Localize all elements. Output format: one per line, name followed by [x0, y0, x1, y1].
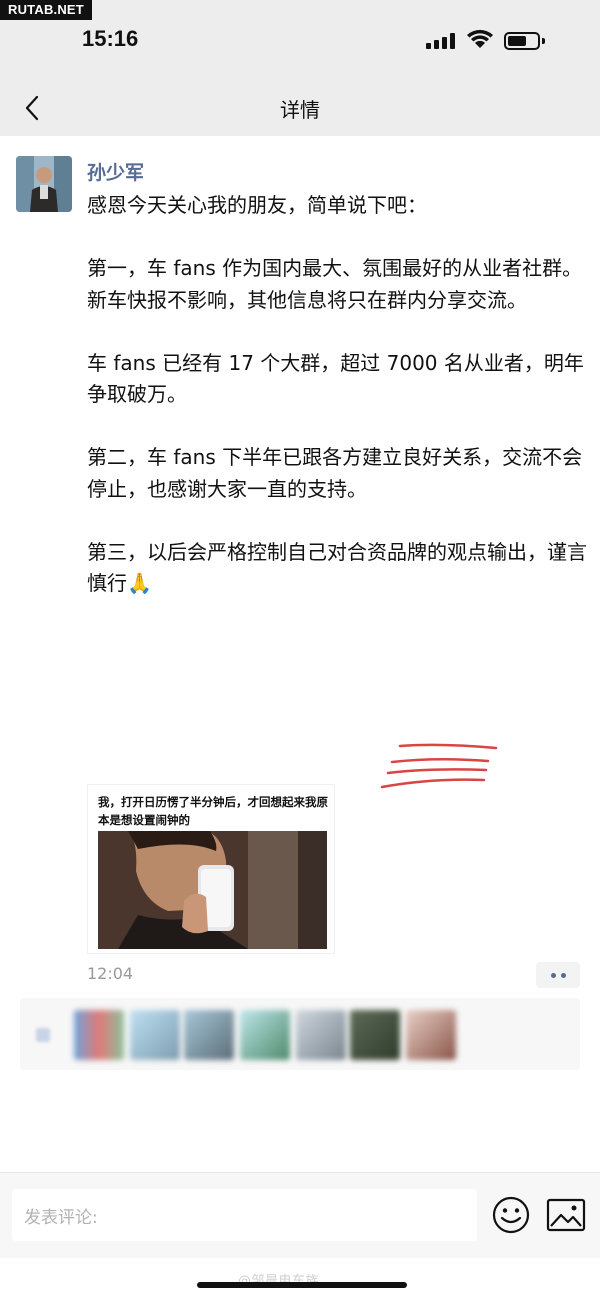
emoji-icon[interactable] — [491, 1195, 531, 1235]
liker-avatar[interactable] — [350, 1010, 400, 1060]
post-text: 感恩今天关心我的朋友，简单说下吧： 第一，车 fans 作为国内最大、氛围最好的… — [87, 190, 592, 600]
post-time: 12:04 — [87, 964, 134, 983]
avatar[interactable] — [16, 156, 72, 212]
likes-list — [20, 998, 580, 1070]
liker-avatar[interactable] — [296, 1010, 346, 1060]
post-paragraph-5: 第三，以后会严格控制自己对合资品牌的观点输出，谨言慎行🙏 — [87, 539, 587, 596]
meme-image[interactable]: 我，打开日历愣了半分钟后，才回想起来我原本是想设置闹钟的 — [87, 784, 335, 954]
post-paragraph-3: 车 fans 已经有 17 个大群，超过 7000 名从业者，明年争取破万。 — [87, 350, 584, 407]
image-icon[interactable] — [546, 1197, 586, 1233]
liker-avatar[interactable] — [130, 1010, 180, 1060]
comment-bar: 发表评论: — [0, 1172, 600, 1258]
comment-input[interactable]: 发表评论: — [12, 1189, 477, 1241]
post-paragraph-4: 第二，车 fans 下半年已跟各方建立良好关系，交流不会停止，也感谢大家一直的支… — [87, 445, 583, 501]
liker-avatar[interactable] — [74, 1010, 124, 1060]
cellular-signal-icon — [426, 33, 456, 49]
post-paragraph-2: 第一，车 fans 作为国内最大、氛围最好的从业者社群。新车快报不影响，其他信息… — [87, 256, 583, 312]
nav-bar: 详情 — [0, 80, 600, 136]
home-indicator — [197, 1282, 407, 1288]
status-time: 15:16 — [82, 26, 139, 51]
meme-photo — [98, 831, 327, 949]
heart-icon — [36, 1028, 50, 1042]
red-underline-annotation — [380, 743, 498, 789]
wifi-icon — [467, 29, 493, 48]
author-name[interactable]: 孙少军 — [87, 158, 144, 185]
meme-caption: 我，打开日历愣了半分钟后，才回想起来我原本是想设置闹钟的 — [98, 795, 328, 827]
site-watermark: RUTAB.NET — [0, 0, 92, 20]
liker-avatar[interactable] — [184, 1010, 234, 1060]
liker-avatar[interactable] — [240, 1010, 290, 1060]
post-paragraph-1: 感恩今天关心我的朋友，简单说下吧： — [87, 193, 427, 217]
avatar-image — [16, 156, 72, 212]
more-actions-button[interactable] — [536, 962, 580, 988]
battery-icon — [504, 32, 546, 50]
liker-avatar[interactable] — [406, 1010, 456, 1060]
page-title: 详情 — [280, 98, 320, 122]
